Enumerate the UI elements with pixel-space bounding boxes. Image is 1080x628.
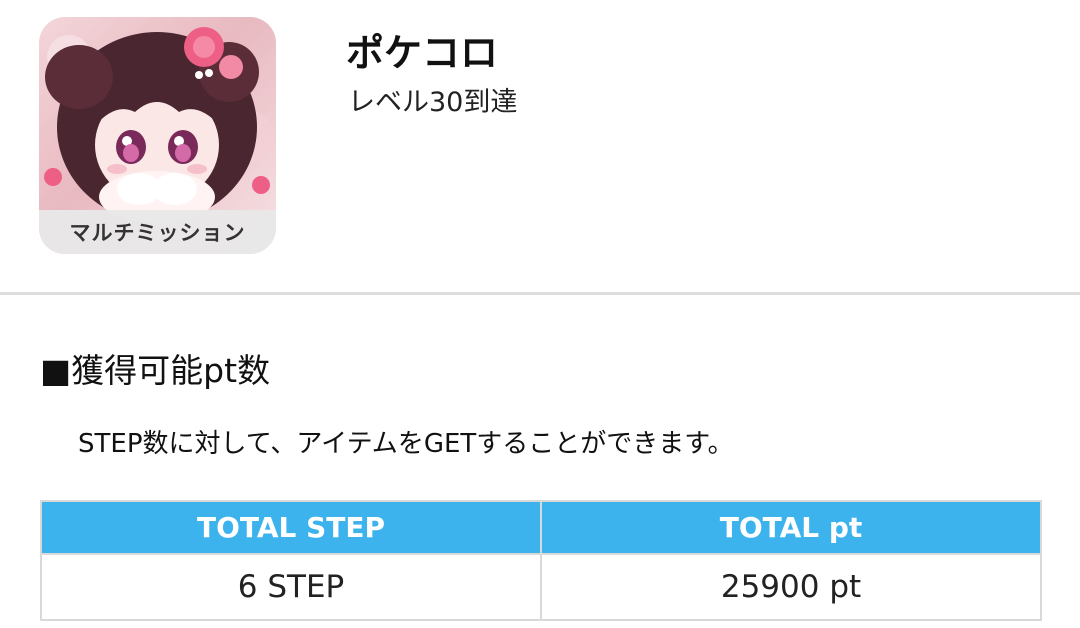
total-step-cell: 6 STEP xyxy=(40,553,542,621)
app-icon[interactable]: マルチミッション xyxy=(39,17,276,254)
total-pt-cell: 25900 pt xyxy=(540,553,1042,621)
header-divider xyxy=(0,292,1080,295)
table-row: 6 STEP 25900 pt xyxy=(40,553,1042,621)
app-subtitle: レベル30到達 xyxy=(348,87,518,118)
column-header-total-pt: TOTAL pt xyxy=(540,500,1042,555)
section-description: STEP数に対して、アイテムをGETすることができます。 xyxy=(78,429,734,459)
app-title: ポケコロ xyxy=(346,31,499,75)
app-header: マルチミッション ポケコロ レベル30到達 xyxy=(0,0,1080,293)
table-header-row: TOTAL STEP TOTAL pt xyxy=(40,500,1042,555)
mission-badge: マルチミッション xyxy=(39,210,276,254)
column-header-total-step: TOTAL STEP xyxy=(40,500,542,555)
points-table: TOTAL STEP TOTAL pt 6 STEP 25900 pt xyxy=(40,500,1042,621)
section-heading: ■獲得可能pt数 xyxy=(40,351,271,390)
